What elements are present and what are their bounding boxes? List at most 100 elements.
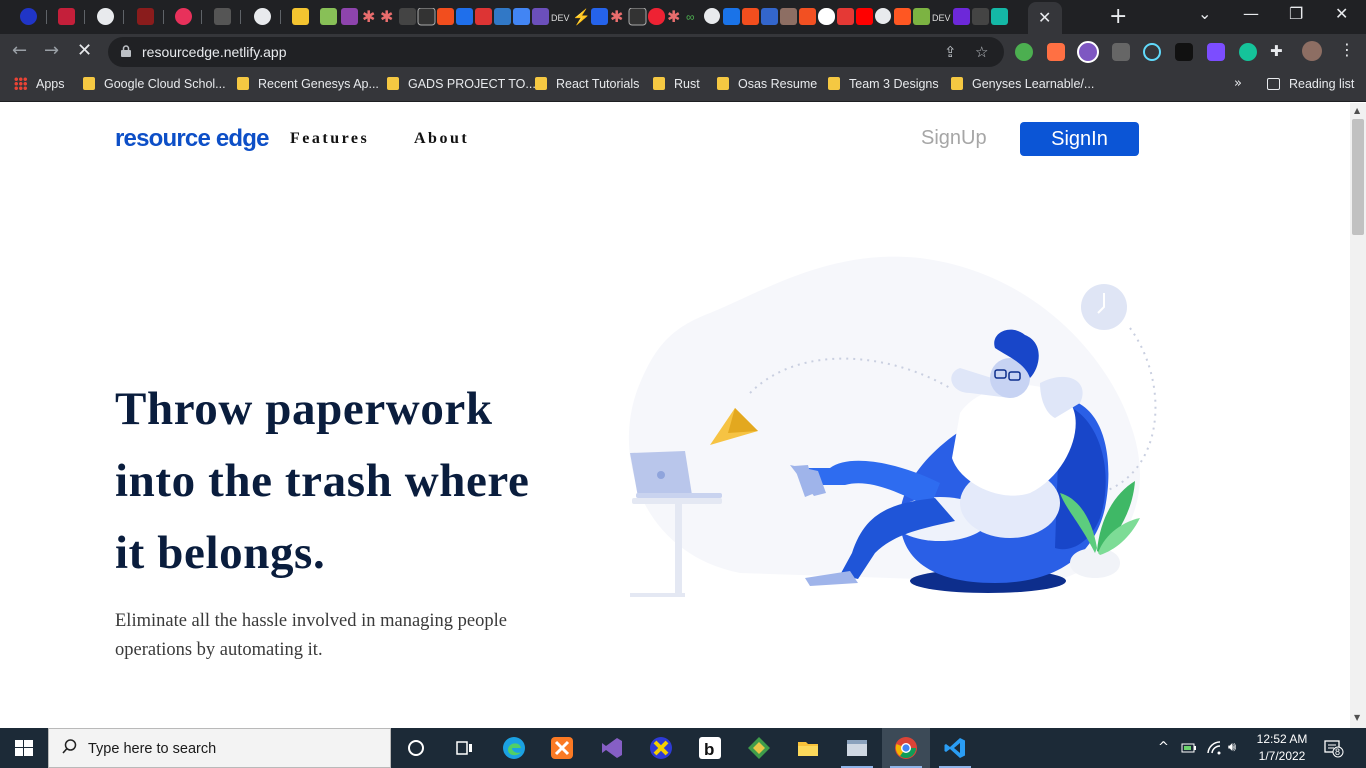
- taskbar-app[interactable]: [735, 728, 783, 768]
- forward-arrow-icon[interactable]: →: [44, 40, 59, 61]
- svg-text:b: b: [704, 740, 714, 759]
- notifications-icon[interactable]: [1324, 740, 1344, 758]
- tab-favicon[interactable]: [97, 8, 114, 25]
- svg-text:DEV: DEV: [932, 13, 951, 23]
- pinned-tab-favicons[interactable]: ✱ ✱ DEV ⚡ ✱ ✱ ∞ DEV: [320, 8, 1020, 26]
- taskbar-app[interactable]: [833, 728, 881, 768]
- back-arrow-icon[interactable]: ←: [12, 40, 27, 61]
- extension-icon[interactable]: [1207, 43, 1225, 61]
- bookmark-folder[interactable]: GADS PROJECT TO...: [387, 77, 536, 91]
- scrollbar-thumb[interactable]: [1352, 119, 1364, 235]
- search-placeholder[interactable]: Type here to search: [88, 741, 216, 757]
- scroll-down-icon[interactable]: ▼: [1354, 713, 1360, 722]
- side-table: [632, 498, 722, 504]
- tab-divider: [46, 10, 47, 24]
- reading-list-button[interactable]: Reading list: [1267, 77, 1354, 91]
- extension-icon[interactable]: [1077, 41, 1099, 63]
- taskbar-app[interactable]: [637, 728, 685, 768]
- taskbar-visual-studio[interactable]: [588, 728, 636, 768]
- taskbar-vscode[interactable]: [931, 728, 979, 768]
- active-tab[interactable]: ✕: [1028, 2, 1062, 34]
- restore-button[interactable]: ❐: [1289, 4, 1303, 23]
- tab-favicon[interactable]: [175, 8, 192, 25]
- page-scrollbar[interactable]: ▲ ▼: [1350, 103, 1366, 728]
- bookmark-folder[interactable]: Google Cloud Schol...: [83, 77, 226, 91]
- battery-icon[interactable]: [1181, 741, 1197, 755]
- bookmarks-overflow-icon[interactable]: »: [1234, 76, 1242, 91]
- taskbar-chrome[interactable]: [882, 728, 930, 768]
- edge-icon: [503, 737, 525, 759]
- notification-count: 8: [1335, 747, 1341, 757]
- svg-text:✱: ✱: [667, 9, 680, 26]
- taskbar-file-explorer[interactable]: [784, 728, 832, 768]
- tab-favicon[interactable]: [58, 8, 75, 25]
- tray-overflow-icon[interactable]: ^: [1158, 740, 1169, 755]
- xampp-icon: [551, 737, 573, 759]
- extension-icon[interactable]: [1047, 43, 1065, 61]
- close-window-button[interactable]: ✕: [1335, 4, 1348, 23]
- hero-headline: Throw paperwork into the trash where it …: [115, 383, 530, 579]
- svg-text:✱: ✱: [362, 9, 375, 26]
- tab-search-icon[interactable]: ⌄: [1198, 4, 1211, 23]
- stop-loading-icon[interactable]: ✕: [77, 40, 92, 61]
- react-devtools-icon[interactable]: [1143, 43, 1161, 61]
- minimize-button[interactable]: —: [1243, 4, 1259, 23]
- bookmark-folder[interactable]: React Tutorials: [535, 77, 639, 91]
- tab-divider: [123, 10, 124, 24]
- windows-taskbar: Type here to search b ^ 🔊︎ 12:52 AM 1/7/…: [0, 728, 1366, 768]
- tab-favicon[interactable]: [137, 8, 154, 25]
- folder-icon: [951, 77, 963, 90]
- menu-kebab-icon[interactable]: ⋮: [1339, 40, 1355, 59]
- nav-about[interactable]: About: [414, 130, 469, 148]
- browser-toolbar: ← → ✕ resourcedge.netlify.app ⇪ ☆ ✚ ⋮: [0, 34, 1366, 70]
- tab-favicon[interactable]: [254, 8, 271, 25]
- folder-icon: [828, 77, 840, 90]
- clock-date: 1/7/2022: [1258, 749, 1306, 763]
- extension-icon[interactable]: [1015, 43, 1033, 61]
- task-view-button[interactable]: [440, 728, 488, 768]
- taskbar-app[interactable]: b: [686, 728, 734, 768]
- cortana-circle-icon: [408, 740, 424, 756]
- profile-avatar[interactable]: [1302, 41, 1322, 61]
- wifi-icon[interactable]: [1206, 740, 1222, 756]
- scroll-up-icon[interactable]: ▲: [1354, 106, 1360, 115]
- app-diamond-icon: [748, 737, 770, 759]
- bookmark-apps[interactable]: Apps: [14, 77, 65, 91]
- cortana-button[interactable]: [392, 728, 440, 768]
- app-b-icon: b: [699, 737, 721, 759]
- hero-subtext: Eliminate all the hassle involved in man…: [115, 611, 507, 660]
- taskbar-search-box[interactable]: Type here to search: [48, 728, 391, 768]
- folder-icon: [237, 77, 249, 90]
- folder-icon: [798, 742, 818, 756]
- bookmark-folder[interactable]: Genyses Learnable/...: [951, 77, 1094, 91]
- tab-divider: [84, 10, 85, 24]
- new-tab-button[interactable]: +: [1109, 4, 1127, 29]
- tab-favicon[interactable]: [292, 8, 309, 25]
- bookmark-folder[interactable]: Osas Resume: [717, 77, 817, 91]
- grammarly-icon[interactable]: [1239, 43, 1257, 61]
- bookmark-folder[interactable]: Recent Genesys Ap...: [237, 77, 379, 91]
- signup-link[interactable]: SignUp: [921, 127, 987, 150]
- address-bar[interactable]: resourcedge.netlify.app ⇪ ☆: [108, 37, 1004, 67]
- volume-icon[interactable]: 🔊︎: [1228, 740, 1236, 755]
- system-clock[interactable]: 12:52 AM 1/7/2022: [1254, 731, 1310, 765]
- share-icon[interactable]: ⇪: [944, 43, 957, 61]
- tab-divider: [280, 10, 281, 24]
- bookmark-folder[interactable]: Rust: [653, 77, 700, 91]
- bookmark-folder[interactable]: Team 3 Designs: [828, 77, 939, 91]
- url-text[interactable]: resourcedge.netlify.app: [142, 44, 287, 60]
- extensions-puzzle-icon[interactable]: ✚: [1270, 42, 1283, 60]
- taskbar-xampp[interactable]: [538, 728, 586, 768]
- nav-features[interactable]: Features: [290, 130, 369, 148]
- signin-button[interactable]: SignIn: [1020, 122, 1139, 156]
- lock-icon[interactable]: [121, 45, 131, 57]
- close-tab-icon[interactable]: ✕: [1038, 8, 1051, 28]
- windows-start-icon[interactable]: [0, 728, 48, 768]
- extension-icon[interactable]: [1175, 43, 1193, 61]
- extension-icon[interactable]: [1112, 43, 1130, 61]
- bookmark-star-icon[interactable]: ☆: [975, 43, 988, 61]
- tab-favicon[interactable]: [20, 8, 37, 25]
- site-logo[interactable]: resource edge: [115, 125, 269, 153]
- tab-favicon[interactable]: [214, 8, 231, 25]
- taskbar-edge[interactable]: [490, 728, 538, 768]
